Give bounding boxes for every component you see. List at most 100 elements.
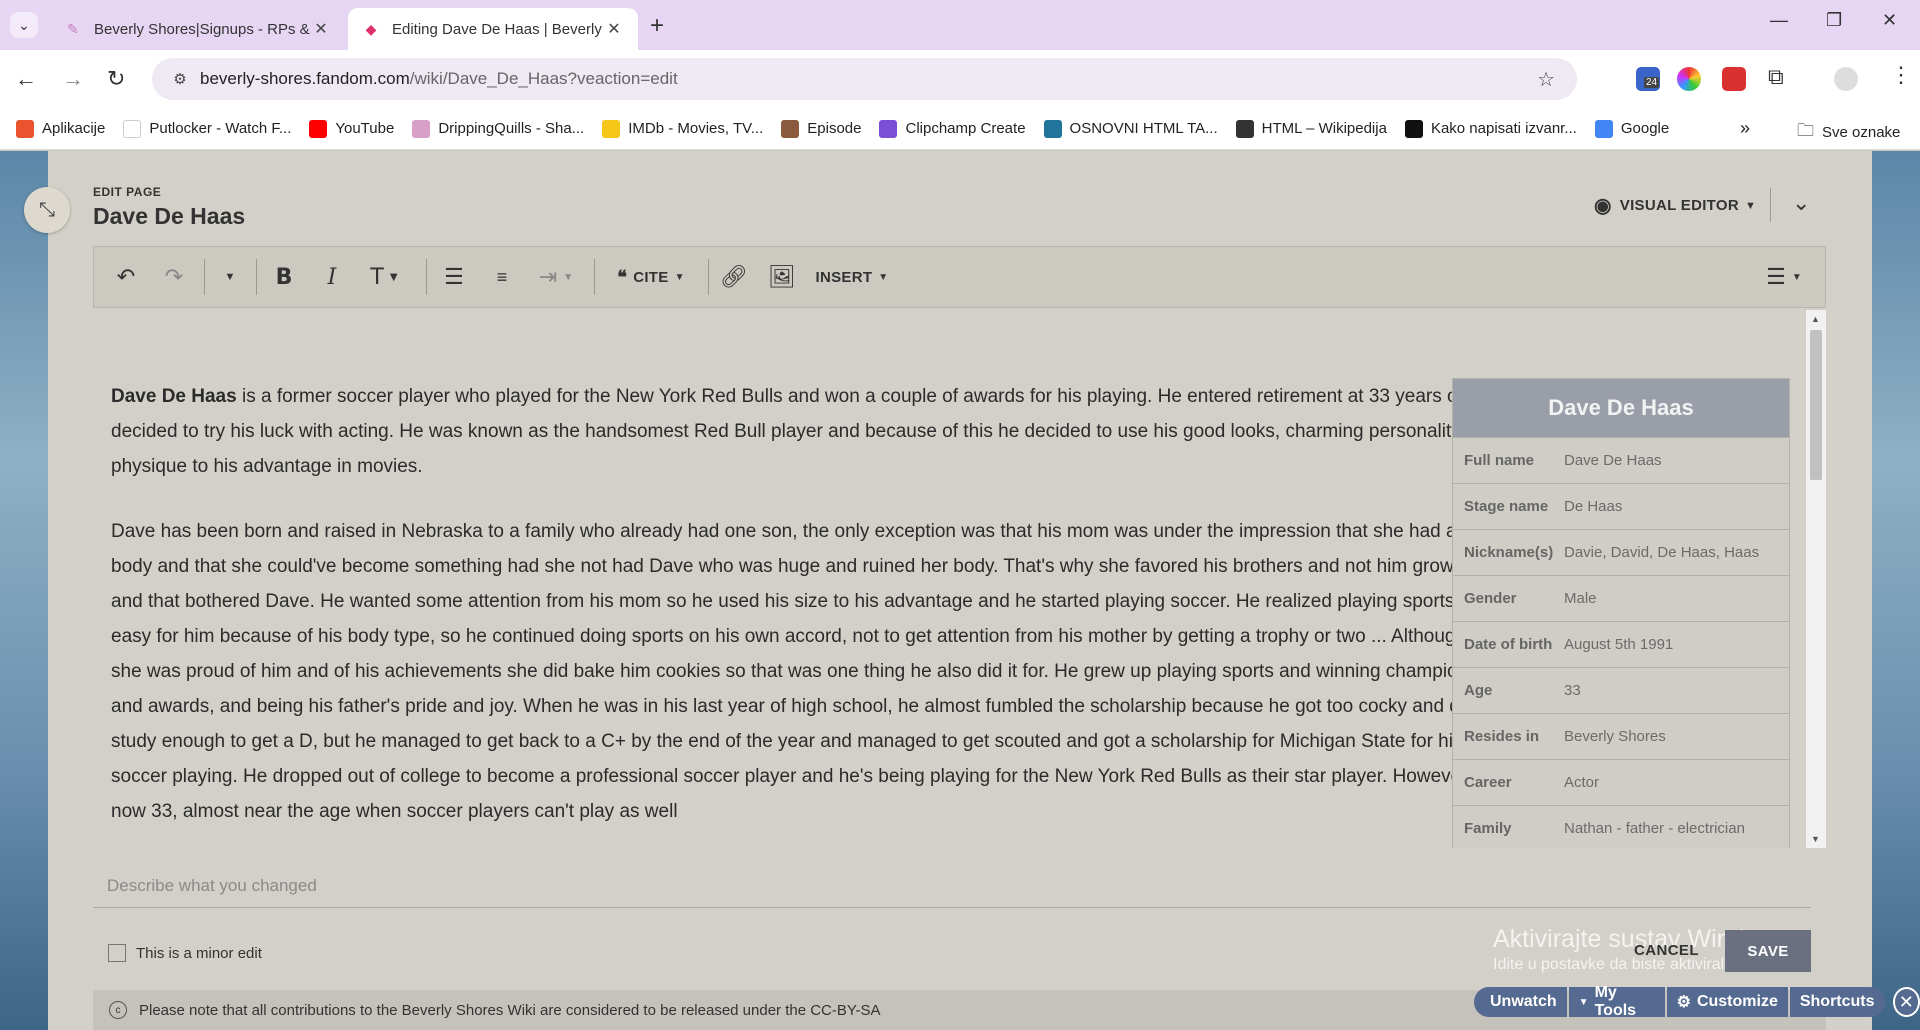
- bookmark-item[interactable]: Google: [1594, 119, 1670, 138]
- infobox-key: Full name: [1464, 452, 1535, 469]
- divider: [256, 259, 257, 295]
- restore-icon[interactable]: ❐: [1826, 10, 1842, 31]
- bookmark-item[interactable]: Kako napisati izvanr...: [1404, 119, 1577, 138]
- profile-avatar[interactable]: [1834, 67, 1858, 91]
- bookmark-item[interactable]: Clipchamp Create: [879, 119, 1026, 138]
- episode-icon: [781, 119, 800, 138]
- bookmark-item[interactable]: IMDb - Movies, TV...: [602, 119, 763, 138]
- customize-button[interactable]: ⚙ Customize: [1666, 987, 1788, 1017]
- edit-page-label: EDIT PAGE: [93, 185, 162, 199]
- infobox-value: Male: [1564, 590, 1597, 607]
- close-icon[interactable]: ✕: [604, 19, 624, 39]
- kebab-menu-icon[interactable]: ⋮: [1890, 62, 1912, 88]
- infobox-key: Nickname(s): [1464, 544, 1554, 561]
- article-paragraph[interactable]: Dave De Haas is a former soccer player w…: [111, 379, 1521, 484]
- collapse-button[interactable]: ⤡: [24, 187, 70, 233]
- text-style-button[interactable]: T ▼: [362, 247, 406, 307]
- star-icon[interactable]: ☆: [1537, 67, 1555, 92]
- folder-icon: 🗀: [1797, 121, 1814, 140]
- my-tools-button[interactable]: ▼ My Tools: [1568, 984, 1665, 1019]
- url-path: /wiki/Dave_De_Haas?veaction=edit: [409, 69, 678, 88]
- undo-icon[interactable]: ↶: [106, 247, 146, 307]
- url-text[interactable]: beverly-shores.fandom.com/wiki/Dave_De_H…: [200, 69, 678, 89]
- link-icon[interactable]: 🔗︎: [714, 247, 754, 307]
- tab-signups[interactable]: ✎ Beverly Shores|Signups - RPs & ✕: [50, 8, 345, 50]
- bookmark-item[interactable]: Aplikacije: [16, 119, 105, 138]
- redo-icon[interactable]: ↷: [154, 247, 194, 307]
- bookmarks-list: Aplikacije Putlocker - Watch F... YouTube D…: [0, 119, 1687, 138]
- unwatch-button[interactable]: Unwatch: [1474, 987, 1567, 1017]
- close-icon[interactable]: ✕: [311, 19, 331, 39]
- editor-mode-switch[interactable]: ◉ VISUAL EDITOR ▼: [1594, 193, 1756, 218]
- minor-edit-checkbox[interactable]: [108, 944, 126, 962]
- editor-content[interactable]: Dave De Haas is a former soccer player w…: [93, 310, 1805, 848]
- image-icon[interactable]: 🖼︎: [762, 247, 802, 307]
- tab-editing[interactable]: ◆ Editing Dave De Haas | Beverly ✕: [348, 8, 638, 50]
- all-bookmarks-button[interactable]: 🗀 Sve oznake: [1797, 118, 1900, 147]
- cancel-button[interactable]: CANCEL: [1634, 942, 1699, 959]
- bookmark-label: Kako napisati izvanr...: [1430, 120, 1577, 137]
- creative-commons-icon: c: [109, 1001, 127, 1019]
- infobox[interactable]: Dave De Haas Full name Dave De Haas Stage …: [1452, 378, 1790, 848]
- numbered-list-icon[interactable]: ≡: [482, 247, 522, 307]
- caret-down-icon: ▼: [389, 271, 398, 283]
- puzzle-icon[interactable]: ⧉: [1768, 64, 1784, 90]
- bookmark-item[interactable]: YouTube: [309, 119, 394, 138]
- infobox-value: Dave De Haas: [1564, 452, 1662, 469]
- site-settings-icon[interactable]: ⚙: [160, 70, 200, 88]
- shortcuts-button[interactable]: Shortcuts: [1789, 987, 1885, 1017]
- minor-edit-option[interactable]: This is a minor edit: [108, 944, 262, 962]
- reload-icon[interactable]: ↻: [107, 66, 125, 92]
- content-scrollbar[interactable]: ▲ ▼: [1806, 310, 1826, 848]
- edit-summary-input[interactable]: [93, 866, 1811, 906]
- extension-icon[interactable]: 24: [1636, 67, 1660, 91]
- bookmark-label: Google: [1620, 120, 1670, 137]
- infobox-key: Family: [1464, 820, 1512, 837]
- scribd-icon: [1404, 119, 1423, 138]
- chevron-down-icon[interactable]: ⌄: [1792, 190, 1810, 216]
- new-tab-icon[interactable]: +: [650, 12, 664, 40]
- bookmark-item[interactable]: Putlocker - Watch F...: [123, 119, 291, 138]
- infobox-title: Dave De Haas: [1453, 379, 1789, 437]
- indent-icon[interactable]: ⇥ ▼: [530, 247, 582, 307]
- address-bar[interactable]: ⚙ beverly-shores.fandom.com/wiki/Dave_De…: [152, 58, 1577, 100]
- back-arrow-icon[interactable]: ←: [15, 66, 37, 92]
- bold-button[interactable]: B: [264, 247, 304, 307]
- window-close-icon[interactable]: ✕: [1882, 10, 1897, 31]
- page-title: Dave De Haas: [93, 203, 246, 229]
- infobox-value: Beverly Shores: [1564, 728, 1666, 745]
- more-bookmarks-icon[interactable]: »: [1740, 118, 1750, 139]
- forward-arrow-icon[interactable]: →: [62, 66, 84, 92]
- bookmark-item[interactable]: Episode: [781, 119, 861, 138]
- scroll-down-icon[interactable]: ▼: [1811, 834, 1820, 844]
- bookmark-item[interactable]: OSNOVNI HTML TA...: [1043, 119, 1218, 138]
- article-body[interactable]: Dave De Haas is a former soccer player w…: [111, 379, 1521, 848]
- bookmark-label: OSNOVNI HTML TA...: [1069, 120, 1218, 137]
- cite-button[interactable]: ❝ CITE ▼: [610, 247, 692, 307]
- bookmark-item[interactable]: HTML – Wikipedija: [1235, 119, 1387, 138]
- edit-summary: [93, 866, 1811, 908]
- divider: [1770, 188, 1771, 222]
- color-picker-extension-icon[interactable]: [1677, 67, 1701, 91]
- minimize-icon[interactable]: —: [1770, 10, 1788, 31]
- scroll-up-icon[interactable]: ▲: [1811, 314, 1820, 324]
- page-options-menu-icon[interactable]: ☰ ▼: [1756, 247, 1812, 307]
- paragraph-format-dropdown[interactable]: ▼: [210, 247, 250, 307]
- scrollbar-thumb[interactable]: [1810, 330, 1822, 480]
- save-button[interactable]: SAVE: [1725, 930, 1811, 972]
- bookmark-item[interactable]: DrippingQuills - Sha...: [412, 119, 584, 138]
- editor-mode-label: VISUAL EDITOR: [1619, 197, 1739, 214]
- tab-search-button[interactable]: ⌄: [10, 12, 38, 38]
- infobox-key: Date of birth: [1464, 636, 1553, 653]
- pdf-extension-icon[interactable]: [1722, 67, 1746, 91]
- caret-down-icon: ▼: [1744, 199, 1757, 212]
- italic-button[interactable]: I: [312, 247, 352, 307]
- close-icon[interactable]: ✕: [1892, 987, 1920, 1017]
- divider: [426, 259, 427, 295]
- article-paragraph[interactable]: Dave has been born and raised in Nebrask…: [111, 514, 1521, 829]
- article-subject: Dave De Haas: [111, 386, 237, 407]
- bullet-list-icon[interactable]: ☰: [434, 247, 474, 307]
- infobox-key: Stage name: [1464, 498, 1549, 515]
- insert-button[interactable]: INSERT ▼: [812, 247, 892, 307]
- minor-edit-label: This is a minor edit: [136, 944, 262, 962]
